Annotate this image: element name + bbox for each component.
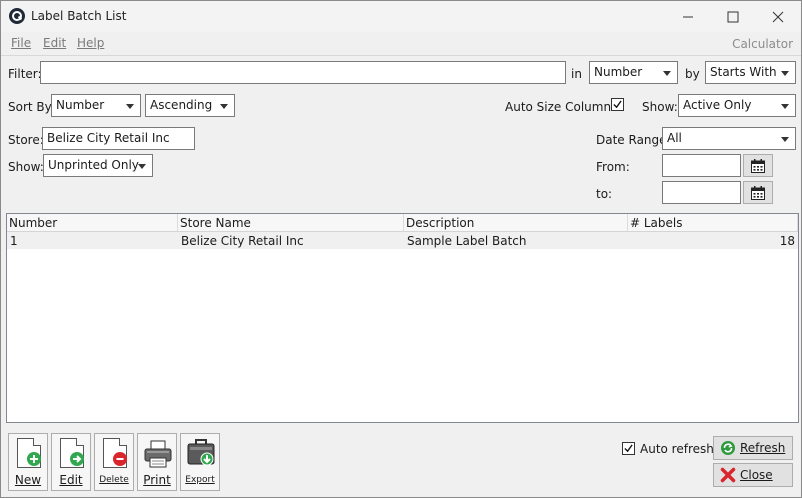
sort-field-select[interactable]: Number [51, 94, 141, 117]
chevron-down-icon [781, 137, 789, 142]
close-icon [772, 11, 784, 22]
refresh-button[interactable]: Refresh [713, 436, 793, 460]
show-printed-value: Unprinted Only [48, 158, 139, 172]
new-button[interactable]: New [8, 433, 48, 491]
minimize-button[interactable] [665, 1, 711, 32]
chevron-down-icon [663, 71, 671, 76]
checkmark-icon [624, 444, 633, 453]
from-date-input[interactable] [662, 154, 741, 177]
export-briefcase-icon [187, 439, 215, 466]
edit-button-label: Edit [59, 473, 83, 487]
menu-file[interactable]: File [11, 36, 31, 50]
minus-icon [113, 452, 127, 466]
to-date-input[interactable] [662, 181, 741, 204]
date-range-value: All [667, 131, 682, 145]
show-status-value: Active Only [683, 98, 752, 112]
column-header-number[interactable]: Number [7, 214, 178, 232]
label-batch-list-window: Label Batch List File Edit Help Calculat… [0, 0, 802, 498]
close-x-icon [720, 467, 736, 483]
filter-by-label: by [685, 67, 700, 81]
label-batch-table[interactable]: Number Store Name Description # Labels 1… [6, 213, 799, 423]
filter-field-select[interactable]: Number [589, 61, 678, 84]
calendar-icon [751, 158, 765, 173]
filter-mode-select[interactable]: Starts With [705, 61, 796, 84]
to-date-label: to: [596, 187, 613, 201]
print-button-label: Print [143, 473, 171, 487]
menu-bar: File Edit Help Calculator [1, 32, 801, 54]
show-status-select[interactable]: Active Only [678, 94, 796, 117]
chevron-down-icon [781, 104, 789, 109]
date-range-select[interactable]: All [662, 127, 796, 150]
cell-labels: 18 [779, 234, 795, 248]
column-header-store-name[interactable]: Store Name [178, 214, 404, 232]
printer-icon [144, 440, 172, 468]
filter-in-label: in [571, 67, 582, 81]
auto-size-columns-label: Auto Size Columns [505, 100, 618, 114]
print-button[interactable]: Print [137, 433, 177, 491]
checkmark-icon [613, 100, 622, 109]
store-label: Store: [8, 133, 44, 147]
column-header-labels[interactable]: # Labels [628, 214, 798, 232]
close-window-button[interactable] [755, 1, 801, 32]
sort-order-select[interactable]: Ascending [145, 94, 235, 117]
auto-refresh-label: Auto refresh [640, 442, 714, 456]
refresh-button-label: Refresh [740, 441, 786, 455]
show-status-label: Show: [642, 100, 678, 114]
title-bar: Label Batch List [1, 1, 801, 32]
calculator-link[interactable]: Calculator [732, 37, 793, 51]
maximize-button[interactable] [710, 1, 756, 32]
arrow-right-icon [70, 452, 84, 466]
delete-button-label: Delete [99, 475, 129, 485]
chevron-down-icon [126, 104, 134, 109]
filter-field-value: Number [594, 65, 643, 79]
minimize-icon [683, 16, 693, 17]
table-row[interactable]: 1 Belize City Retail Inc Sample Label Ba… [7, 232, 798, 249]
refresh-icon [721, 441, 735, 455]
chevron-down-icon [220, 104, 228, 109]
maximize-icon [727, 11, 739, 22]
new-button-label: New [14, 473, 42, 487]
cell-store-name: Belize City Retail Inc [181, 234, 304, 248]
auto-refresh-checkbox[interactable] [622, 442, 635, 455]
plus-icon [27, 452, 41, 466]
chevron-down-icon [138, 164, 146, 169]
cell-number: 1 [10, 234, 18, 248]
from-date-label: From: [596, 160, 630, 174]
menu-edit[interactable]: Edit [43, 36, 66, 50]
filter-label: Filter: [8, 67, 42, 81]
cell-description: Sample Label Batch [407, 234, 527, 248]
window-title: Label Batch List [31, 9, 127, 23]
sort-order-value: Ascending [150, 98, 213, 112]
auto-size-columns-checkbox[interactable] [611, 98, 624, 111]
close-button-label: Close [740, 468, 773, 482]
to-date-calendar-button[interactable] [743, 181, 773, 204]
show-printed-select[interactable]: Unprinted Only [43, 154, 153, 177]
close-button[interactable]: Close [713, 463, 793, 487]
chevron-down-icon [781, 71, 789, 76]
filter-input[interactable] [40, 61, 566, 84]
sort-field-value: Number [56, 98, 105, 112]
export-button[interactable]: Export [180, 433, 220, 491]
menu-separator [1, 55, 801, 56]
menu-help[interactable]: Help [77, 36, 104, 50]
edit-button[interactable]: Edit [51, 433, 91, 491]
column-header-description[interactable]: Description [404, 214, 628, 232]
app-logo-icon [9, 8, 25, 24]
export-button-label: Export [185, 475, 215, 485]
delete-button[interactable]: Delete [94, 433, 134, 491]
filter-mode-value: Starts With [710, 65, 777, 79]
date-range-label: Date Range: [596, 133, 671, 147]
sort-by-label: Sort By: [8, 100, 55, 114]
calendar-icon [751, 185, 765, 200]
store-input[interactable]: Belize City Retail Inc [42, 127, 195, 150]
from-date-calendar-button[interactable] [743, 154, 773, 177]
show-printed-label: Show: [8, 160, 44, 174]
